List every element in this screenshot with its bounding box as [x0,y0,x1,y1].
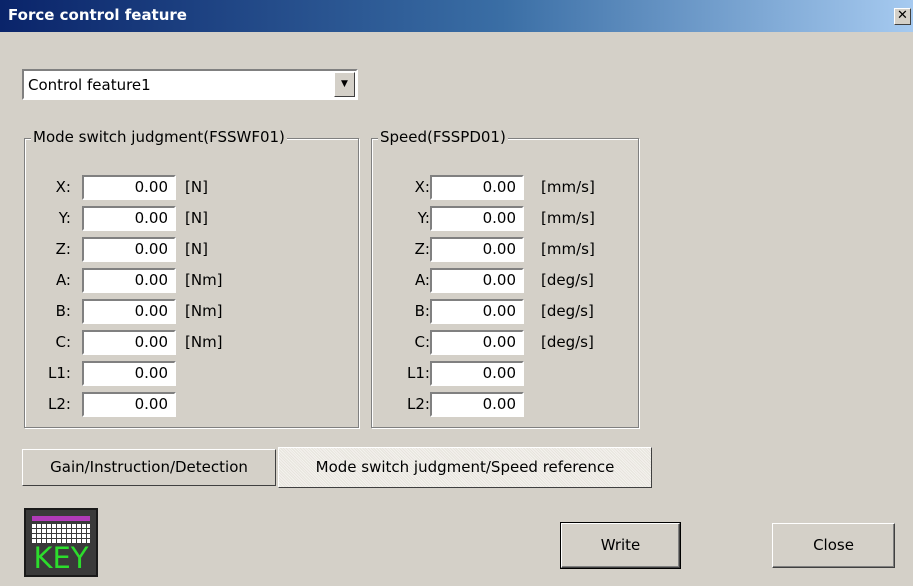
speed-group-title: Speed(FSSPD01) [378,128,508,146]
keyboard-icon[interactable]: KEY [24,508,98,577]
write-button[interactable]: Write [560,522,681,569]
field-label: L1: [48,364,71,382]
keyboard-strip [32,516,90,521]
field-label: Y: [417,209,430,227]
unit-label: [mm/s] [541,178,595,196]
unit-label: [N] [185,178,208,196]
value-field[interactable]: 0.00 [430,206,524,231]
unit-label: [Nm] [185,333,223,351]
control-feature-select-value: Control feature1 [28,76,151,94]
value-field[interactable]: 0.00 [430,175,524,200]
field-label: L1: [407,364,430,382]
window-title: Force control feature [8,6,187,24]
value-field[interactable]: 0.00 [82,392,176,417]
unit-label: [N] [185,209,208,227]
value-field[interactable]: 0.00 [82,268,176,293]
value-field[interactable]: 0.00 [82,330,176,355]
close-window-button[interactable]: ✕ [894,8,911,25]
field-label: A: [55,271,71,289]
field-label: Z: [414,240,430,258]
value-field[interactable]: 0.00 [430,268,524,293]
value-field[interactable]: 0.00 [82,361,176,386]
field-label: Y: [58,209,71,227]
value-field[interactable]: 0.00 [430,330,524,355]
chevron-down-icon[interactable]: ▼ [334,72,355,97]
tab-gain-instruction-detection[interactable]: Gain/Instruction/Detection [22,449,276,486]
key-label: KEY [33,541,89,575]
title-bar: Force control feature ✕ [0,0,913,32]
field-label: A: [414,271,430,289]
field-label: B: [55,302,71,320]
unit-label: [mm/s] [541,209,595,227]
value-field[interactable]: 0.00 [430,299,524,324]
field-label: B: [414,302,430,320]
value-field[interactable]: 0.00 [82,237,176,262]
unit-label: [deg/s] [541,271,594,289]
value-field[interactable]: 0.00 [430,392,524,417]
field-label: L2: [48,395,71,413]
value-field[interactable]: 0.00 [82,175,176,200]
unit-label: [Nm] [185,302,223,320]
close-button[interactable]: Close [772,523,895,568]
unit-label: [mm/s] [541,240,595,258]
tab-mode-switch-speed-reference[interactable]: Mode switch judgment/Speed reference [278,447,652,488]
mode-switch-group-title: Mode switch judgment(FSSWF01) [31,128,287,146]
field-label: Z: [55,240,71,258]
control-feature-select[interactable]: Control feature1 ▼ [22,69,358,100]
field-label: X: [414,178,430,196]
value-field[interactable]: 0.00 [430,361,524,386]
unit-label: [deg/s] [541,333,594,351]
unit-label: [Nm] [185,271,223,289]
value-field[interactable]: 0.00 [82,206,176,231]
value-field[interactable]: 0.00 [82,299,176,324]
keyboard-keys [32,523,90,543]
field-label: L2: [407,395,430,413]
unit-label: [N] [185,240,208,258]
value-field[interactable]: 0.00 [430,237,524,262]
field-label: C: [55,333,71,351]
field-label: C: [414,333,430,351]
unit-label: [deg/s] [541,302,594,320]
field-label: X: [55,178,71,196]
